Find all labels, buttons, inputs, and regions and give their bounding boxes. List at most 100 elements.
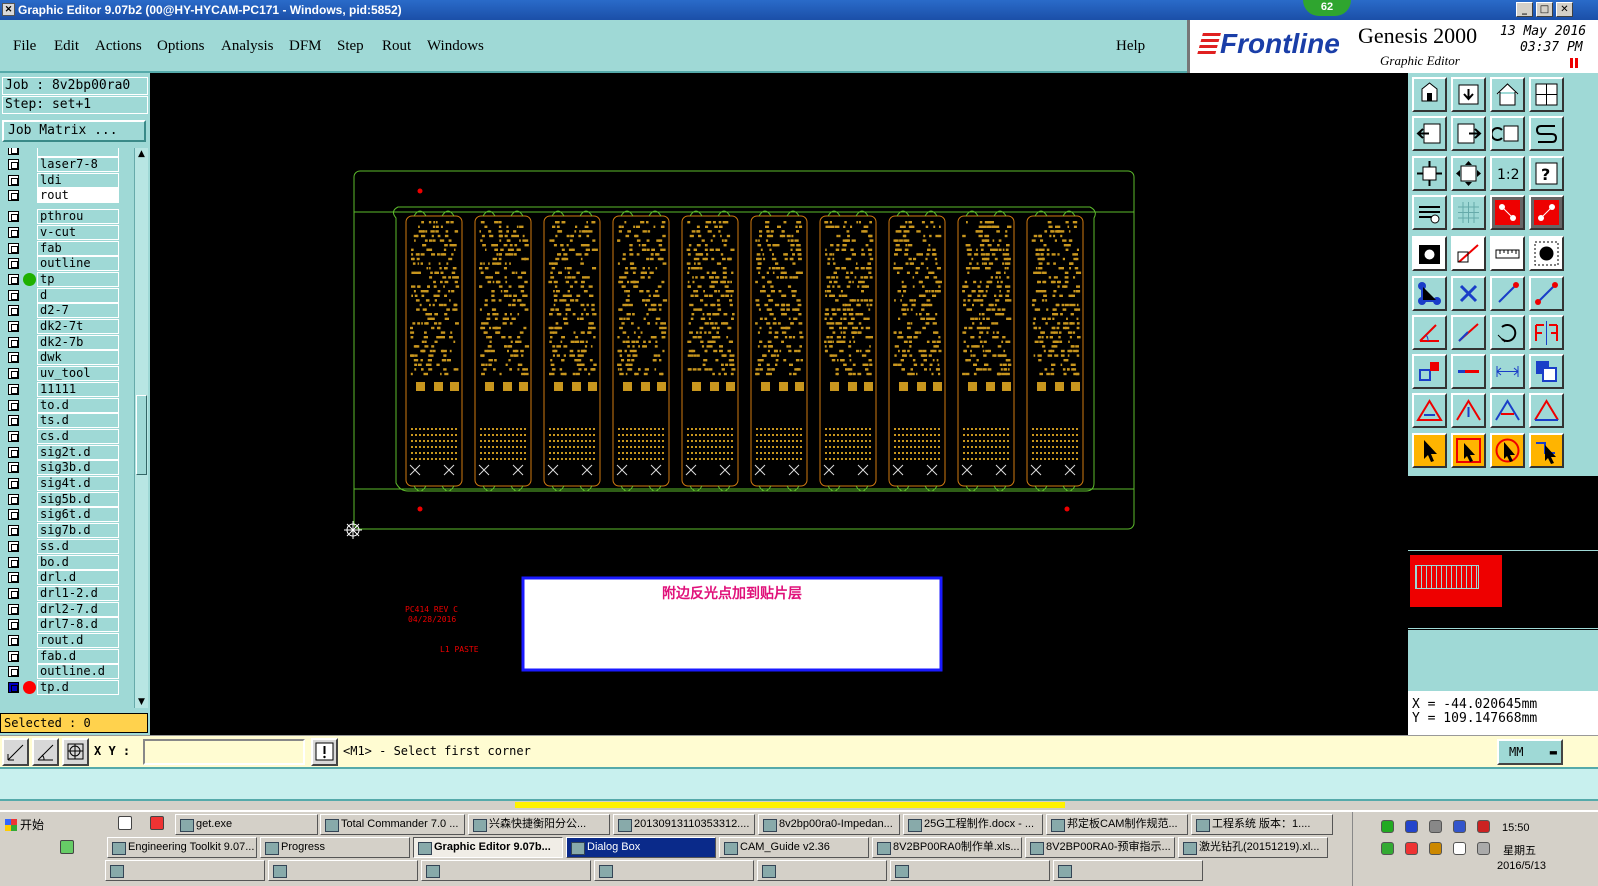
menu-windows[interactable]: Windows xyxy=(427,38,484,55)
menu-step[interactable]: Step xyxy=(337,38,364,55)
layer-checkbox[interactable] xyxy=(8,587,19,599)
layer-row[interactable]: v-cut xyxy=(0,224,134,240)
layer-checkbox[interactable] xyxy=(8,321,19,332)
menu-analysis[interactable]: Analysis xyxy=(221,38,274,55)
layer-checkbox[interactable] xyxy=(8,446,19,458)
clock-day[interactable]: 星期五 xyxy=(1503,842,1536,858)
layer-checkbox[interactable] xyxy=(8,289,19,301)
angle-button[interactable] xyxy=(1412,314,1447,350)
slant-button[interactable] xyxy=(1451,314,1486,350)
taskbar-item[interactable]: Dialog Box xyxy=(566,837,716,858)
layer-row[interactable]: rout.d xyxy=(0,633,134,648)
layer-name[interactable]: outline.d xyxy=(37,664,119,680)
select-net-button[interactable] xyxy=(1529,432,1564,468)
app-icon[interactable]: ✕ xyxy=(2,3,15,16)
layer-row[interactable]: sig4t.d xyxy=(0,476,134,491)
zoom-home-button[interactable] xyxy=(1412,77,1447,112)
layer-name[interactable]: to.d xyxy=(37,397,119,413)
tray-icon[interactable] xyxy=(1381,842,1394,855)
layer-checkbox[interactable] xyxy=(8,572,19,584)
move-button[interactable] xyxy=(1412,354,1447,390)
pcb-view[interactable]: PC414 REV C 04/28/2016 L1 PASTE 附边反光点加到贴… xyxy=(150,73,1408,735)
layer-row[interactable]: rout xyxy=(0,188,134,204)
zoom-in-button[interactable] xyxy=(1451,77,1486,112)
layer-checkbox[interactable] xyxy=(8,478,19,489)
grid-view-button[interactable] xyxy=(1451,194,1486,230)
quick-launch-icon[interactable] xyxy=(150,816,164,830)
menu-file[interactable]: File xyxy=(13,38,36,55)
layer-row[interactable]: dwk xyxy=(0,350,134,366)
taskbar-item[interactable]: get.exe xyxy=(175,814,318,835)
layer-row[interactable]: pthrou xyxy=(0,209,134,225)
layer-checkbox[interactable] xyxy=(8,211,19,223)
layer-name[interactable]: ss.d xyxy=(37,538,119,554)
menu-actions[interactable]: Actions xyxy=(95,38,142,55)
layer-checkbox[interactable] xyxy=(8,368,19,380)
layer-scrollbar[interactable]: ▲ ▼ xyxy=(134,148,148,708)
layer-name[interactable]: rout.d xyxy=(37,633,119,648)
layer-checkbox[interactable] xyxy=(8,383,19,395)
tray-icon[interactable] xyxy=(1429,842,1442,855)
taskbar-item[interactable]: 激光钻孔(20151219).xl... xyxy=(1178,837,1328,858)
layer-checkbox[interactable] xyxy=(8,525,19,537)
line-diag-button[interactable] xyxy=(1451,236,1486,272)
graphic-canvas[interactable]: PC414 REV C 04/28/2016 L1 PASTE 附边反光点加到贴… xyxy=(150,73,1408,735)
cross-button[interactable] xyxy=(1451,275,1486,311)
layer-name[interactable]: pthrou xyxy=(37,209,119,225)
taskbar-item[interactable]: Total Commander 7.0 ... xyxy=(320,814,465,835)
pause-icon[interactable] xyxy=(1570,58,1578,68)
layer-row[interactable]: uv_tool xyxy=(0,366,134,382)
layer-name[interactable]: v-cut xyxy=(37,224,119,240)
layers-button[interactable] xyxy=(1529,354,1564,390)
layer-row[interactable]: tp.d xyxy=(0,680,134,696)
layer-tools-button[interactable] xyxy=(1412,194,1447,230)
tray-icon[interactable] xyxy=(1453,820,1466,833)
tray-icon[interactable] xyxy=(1453,842,1466,855)
layer-name[interactable]: drl7-8.d xyxy=(37,617,119,633)
taskbar-item[interactable]: 邦定板CAM制作规范... xyxy=(1046,814,1188,835)
quick-launch-icon[interactable] xyxy=(118,816,132,830)
xy-input[interactable] xyxy=(143,739,305,765)
taskbar-item[interactable]: 兴森快捷衡阳分公... xyxy=(468,814,610,835)
connect-button[interactable] xyxy=(1412,275,1447,311)
layer-checkbox[interactable] xyxy=(8,415,19,427)
maximize-button[interactable]: □ xyxy=(1536,2,1553,17)
snap-button[interactable] xyxy=(1529,116,1564,152)
layer-row[interactable]: fab.d xyxy=(0,648,134,664)
layer-checkbox[interactable] xyxy=(8,305,19,317)
pan-button[interactable] xyxy=(1529,77,1564,112)
layer-checkbox[interactable] xyxy=(8,556,19,568)
layer-checkbox[interactable] xyxy=(8,399,19,411)
zoom-left-button[interactable] xyxy=(1412,116,1447,152)
layer-checkbox[interactable] xyxy=(8,273,19,285)
layer-name[interactable]: sig6t.d xyxy=(37,507,119,523)
dimension-button[interactable] xyxy=(1490,354,1525,390)
start-button[interactable]: 开始 xyxy=(2,815,52,835)
layer-row[interactable]: drl.d xyxy=(0,570,134,586)
tray-icon[interactable] xyxy=(1405,842,1418,855)
layer-name[interactable]: outline xyxy=(37,256,119,272)
minus-button[interactable] xyxy=(1451,354,1486,390)
taskbar-item[interactable]: Progress xyxy=(260,837,410,858)
overview-viewport[interactable] xyxy=(1410,555,1502,607)
segment-button[interactable] xyxy=(1490,275,1525,311)
layer-row[interactable]: laser7-8 xyxy=(0,157,134,172)
menu-options[interactable]: Options xyxy=(157,38,205,55)
layer-name[interactable]: sig4t.d xyxy=(37,476,119,491)
mirror-button[interactable] xyxy=(1529,314,1564,350)
scale-1-2-button[interactable]: 1:2 xyxy=(1490,155,1525,191)
taskbar-item[interactable]: Graphic Editor 9.07b... xyxy=(413,837,563,858)
taskbar-item[interactable]: 25G工程制作.docx - ... xyxy=(903,814,1043,835)
menu-rout[interactable]: Rout xyxy=(382,38,411,55)
layer-name[interactable]: bo.d xyxy=(37,554,119,570)
layer-checkbox[interactable] xyxy=(8,635,19,646)
layer-name[interactable]: dk2-7t xyxy=(37,319,119,334)
layer-row[interactable]: fab xyxy=(0,240,134,256)
layer-row[interactable]: sig2t.d xyxy=(0,444,134,460)
layer-checkbox[interactable] xyxy=(8,258,19,270)
layer-name[interactable]: sig2t.d xyxy=(37,444,119,460)
layer-checkbox[interactable] xyxy=(8,462,19,474)
layer-row[interactable]: sig5b.d xyxy=(0,491,134,507)
zoom-box-button[interactable] xyxy=(1451,155,1486,191)
clock-date[interactable]: 2016/5/13 xyxy=(1497,860,1546,872)
